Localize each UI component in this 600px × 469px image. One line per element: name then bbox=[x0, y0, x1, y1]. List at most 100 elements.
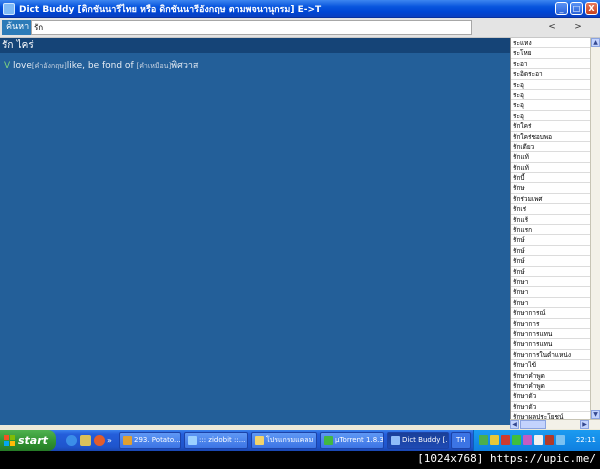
horizontal-scrollbar[interactable]: ◀ ▶ bbox=[510, 419, 600, 429]
task-label: โปรแกรมแคลม bbox=[266, 436, 314, 444]
close-button[interactable]: X bbox=[585, 2, 598, 15]
watermark: [1024x768] https://upic.me/ bbox=[417, 452, 596, 465]
word-list-item[interactable]: รักใคร่ bbox=[511, 121, 590, 132]
language-indicator[interactable]: TH bbox=[451, 432, 471, 449]
tray-safely-remove-icon[interactable] bbox=[534, 435, 543, 445]
app-icon bbox=[3, 3, 15, 15]
word-list-item[interactable]: ระโหย bbox=[511, 48, 590, 59]
word-list-item[interactable]: รักษาการ bbox=[511, 319, 590, 329]
search-bar: ค้นหา รัก < > bbox=[0, 18, 600, 38]
word-list-item[interactable]: รักแท้ bbox=[511, 152, 590, 163]
tray-messenger-icon[interactable] bbox=[523, 435, 532, 445]
word-list-item[interactable]: รักษาตัว bbox=[511, 402, 590, 413]
taskbar-button[interactable]: โปรแกรมแคลม bbox=[251, 432, 317, 449]
definition-panel: รัก ไคร่ V love[คำอังกฤษ]like, be fond o… bbox=[0, 38, 510, 425]
next-button[interactable]: > bbox=[571, 20, 585, 35]
word-list-item[interactable]: รักษ์ bbox=[511, 235, 590, 246]
tray-volume-icon[interactable] bbox=[545, 435, 554, 445]
scroll-up-icon[interactable]: ▲ bbox=[591, 38, 600, 47]
start-label: start bbox=[18, 434, 48, 447]
word-list-item[interactable]: รักเร่ bbox=[511, 204, 590, 215]
headword: รัก ไคร่ bbox=[0, 38, 510, 53]
word-list-item[interactable]: รักร่วมเพศ bbox=[511, 194, 590, 205]
english-meaning: like, be fond of bbox=[66, 61, 134, 71]
word-list[interactable]: ระแทง ระโหย ระอา ระอิดระอา ระอุ ระอุ ระอุ ระอุร… bbox=[510, 38, 590, 419]
task-label: µTorrent 1.8.3 bbox=[335, 436, 384, 444]
word-list-item[interactable]: รักแร้ bbox=[511, 215, 590, 226]
word-list-item[interactable]: รักแท้ bbox=[511, 163, 590, 174]
part-of-speech: V bbox=[4, 61, 11, 71]
english-tag: [คำอังกฤษ] bbox=[31, 62, 67, 70]
task-app-icon bbox=[188, 436, 197, 445]
word-list-item[interactable]: รักแรก bbox=[511, 225, 590, 236]
taskbar-button[interactable]: µTorrent 1.8.3 bbox=[320, 432, 384, 449]
window-title: Dict Buddy [ดิกชันนารีไทย หรือ ดิกชันนาร… bbox=[19, 5, 322, 15]
word-list-item[interactable]: รักษาคำพูด bbox=[511, 371, 590, 381]
vertical-scrollbar[interactable]: ▲ ▼ bbox=[590, 38, 600, 419]
title-bar[interactable]: Dict Buddy [ดิกชันนารีไทย หรือ ดิกชันนาร… bbox=[0, 0, 600, 18]
word-list-item[interactable]: รักษา bbox=[511, 287, 590, 298]
windows-logo-icon bbox=[4, 435, 15, 446]
word-list-item[interactable]: รักใคร่ชอบพอ bbox=[511, 132, 590, 142]
word-list-item[interactable]: รักษา bbox=[511, 298, 590, 309]
tray-app-icon[interactable] bbox=[479, 435, 488, 445]
desktop: Dict Buddy [ดิกชันนารีไทย หรือ ดิกชันนาร… bbox=[0, 0, 600, 469]
taskbar: start » 293. Potato...::: zidobit ::... โ… bbox=[0, 430, 600, 451]
media-player-icon[interactable] bbox=[94, 435, 105, 446]
definition-line: V love[คำอังกฤษ]like, be fond of [คำเหมื… bbox=[4, 58, 198, 72]
search-label[interactable]: ค้นหา bbox=[2, 20, 34, 35]
word-list-item[interactable]: ระอุ bbox=[511, 90, 590, 101]
task-label: ::: zidobit ::... bbox=[199, 436, 246, 444]
word-list-item[interactable]: ระอุ bbox=[511, 100, 590, 111]
tray-monitor-icon[interactable] bbox=[556, 435, 565, 445]
taskbar-button[interactable]: Dict Buddy [... bbox=[387, 432, 449, 449]
word-list-item[interactable]: รักษาตัว bbox=[511, 391, 590, 402]
word-list-item[interactable]: รักษาคำพูด bbox=[511, 381, 590, 392]
start-button[interactable]: start bbox=[0, 430, 56, 451]
word-list-item[interactable]: รักษ์ bbox=[511, 246, 590, 257]
synonym-tag: [คำเหมือน] bbox=[136, 62, 172, 70]
word-list-item[interactable]: รักษาผลประโยชน์ bbox=[511, 412, 590, 419]
search-input[interactable]: รัก bbox=[31, 20, 472, 35]
word-list-item[interactable]: รักษ bbox=[511, 183, 590, 194]
scroll-down-icon[interactable]: ▼ bbox=[591, 410, 600, 419]
task-label: Dict Buddy [... bbox=[402, 436, 449, 444]
word-list-item[interactable]: ระอิดระอา bbox=[511, 69, 590, 80]
tray-torrent-icon[interactable] bbox=[512, 435, 521, 445]
word-list-item[interactable]: ระอุ bbox=[511, 80, 590, 90]
english-word: love bbox=[13, 61, 32, 71]
taskbar-button[interactable]: 293. Potato... bbox=[119, 432, 181, 449]
tray-network-icon[interactable] bbox=[490, 435, 499, 445]
minimize-button[interactable]: _ bbox=[555, 2, 568, 15]
thai-synonym: พิศวาส bbox=[171, 61, 199, 71]
maximize-button[interactable]: □ bbox=[570, 2, 583, 15]
word-list-item[interactable]: รักษาการณ์ bbox=[511, 308, 590, 319]
word-list-item[interactable]: รักษ์ bbox=[511, 256, 590, 267]
word-list-item[interactable]: รักเดียว bbox=[511, 142, 590, 153]
taskbar-button[interactable]: ::: zidobit ::... bbox=[184, 432, 248, 449]
scroll-thumb[interactable] bbox=[520, 420, 546, 429]
word-list-item[interactable]: ระแทง bbox=[511, 38, 590, 49]
ie-icon[interactable] bbox=[66, 435, 77, 446]
quicklaunch-more-icon[interactable]: » bbox=[107, 435, 118, 446]
word-list-item[interactable]: รักษา bbox=[511, 277, 590, 288]
word-list-item[interactable]: รักษาไข้ bbox=[511, 360, 590, 371]
footer-strip: [1024x768] https://upic.me/ bbox=[0, 451, 600, 469]
word-list-item[interactable]: รักษาการแทน bbox=[511, 339, 590, 350]
word-list-item[interactable]: รักษาการในตำแหน่ง bbox=[511, 350, 590, 361]
word-list-item[interactable]: รักษาการแทน bbox=[511, 329, 590, 340]
task-app-icon bbox=[123, 436, 132, 445]
scroll-left-icon[interactable]: ◀ bbox=[510, 420, 519, 429]
task-app-icon bbox=[391, 436, 400, 445]
scroll-right-icon[interactable]: ▶ bbox=[580, 420, 589, 429]
clock[interactable]: 22:11 bbox=[576, 430, 596, 451]
word-list-item[interactable]: รักษ์ bbox=[511, 267, 590, 277]
show-desktop-icon[interactable] bbox=[80, 435, 91, 446]
word-list-item[interactable]: ระอา bbox=[511, 59, 590, 70]
word-list-item[interactable]: ระอุ bbox=[511, 111, 590, 122]
prev-button[interactable]: < bbox=[545, 20, 559, 35]
tray-antivirus-icon[interactable] bbox=[501, 435, 510, 445]
task-app-icon bbox=[324, 436, 333, 445]
system-tray: 22:11 bbox=[473, 430, 600, 451]
word-list-item[interactable]: รักบี้ bbox=[511, 173, 590, 184]
